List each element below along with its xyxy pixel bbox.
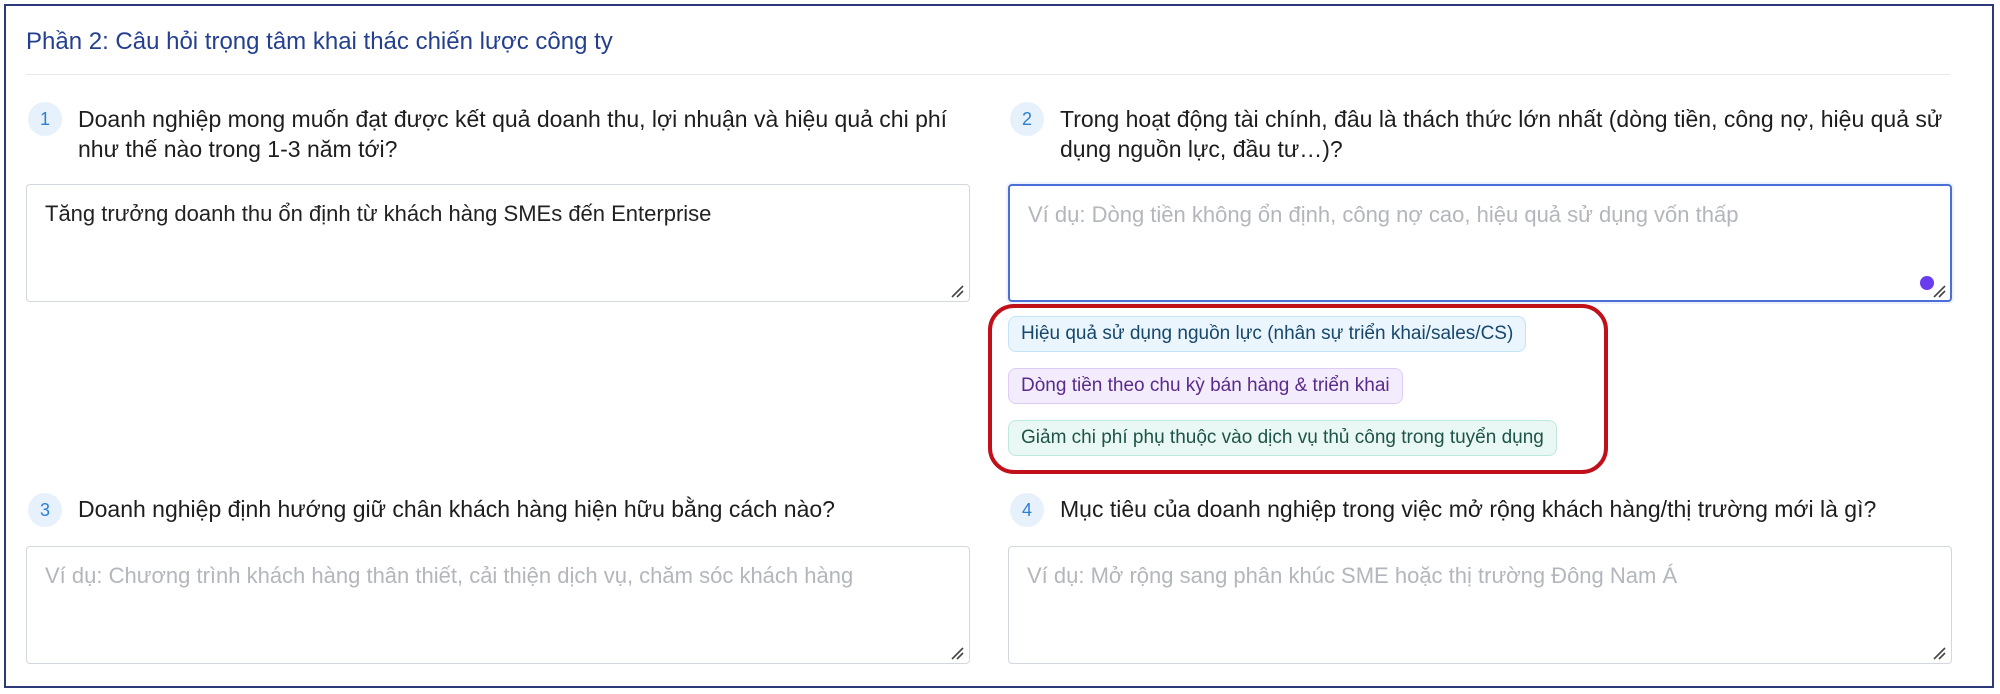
strategy-questions-card: Phần 2: Câu hỏi trọng tâm khai thác chiế… (4, 4, 1994, 688)
question-4-text: Mục tiêu của doanh nghiệp trong việc mở … (1060, 496, 1877, 522)
suggestion-chip-3[interactable]: Giảm chi phí phụ thuộc vào dịch vụ thủ c… (1008, 420, 1557, 456)
question-1-text: Doanh nghiệp mong muốn đạt được kết quả … (78, 106, 948, 162)
resize-grip-icon[interactable] (1932, 284, 1946, 298)
suggestion-chip-1[interactable]: Hiệu quả sử dụng nguồn lực (nhân sự triể… (1008, 316, 1527, 352)
question-1-number: 1 (28, 102, 62, 136)
question-2-text: Trong hoạt động tài chính, đâu là thách … (1060, 106, 1943, 162)
resize-grip-icon[interactable] (950, 646, 964, 660)
question-2-answer-field[interactable] (1008, 184, 1952, 302)
question-4-answer-field[interactable] (1008, 546, 1952, 664)
resize-grip-icon[interactable] (950, 284, 964, 298)
section-divider (26, 74, 1950, 75)
question-4-number: 4 (1010, 493, 1044, 527)
question-3-text: Doanh nghiệp định hướng giữ chân khách h… (78, 496, 835, 522)
question-3-number: 3 (28, 493, 62, 527)
resize-grip-icon[interactable] (1932, 646, 1946, 660)
section-title: Phần 2: Câu hỏi trọng tâm khai thác chiế… (26, 28, 613, 55)
question-1-answer-field[interactable]: Tăng trưởng doanh thu ổn định từ khách h… (26, 184, 970, 302)
question-3-answer-field[interactable] (26, 546, 970, 664)
suggestion-chip-2[interactable]: Dòng tiền theo chu kỳ bán hàng & triển k… (1008, 368, 1403, 404)
question-2-number: 2 (1010, 102, 1044, 136)
